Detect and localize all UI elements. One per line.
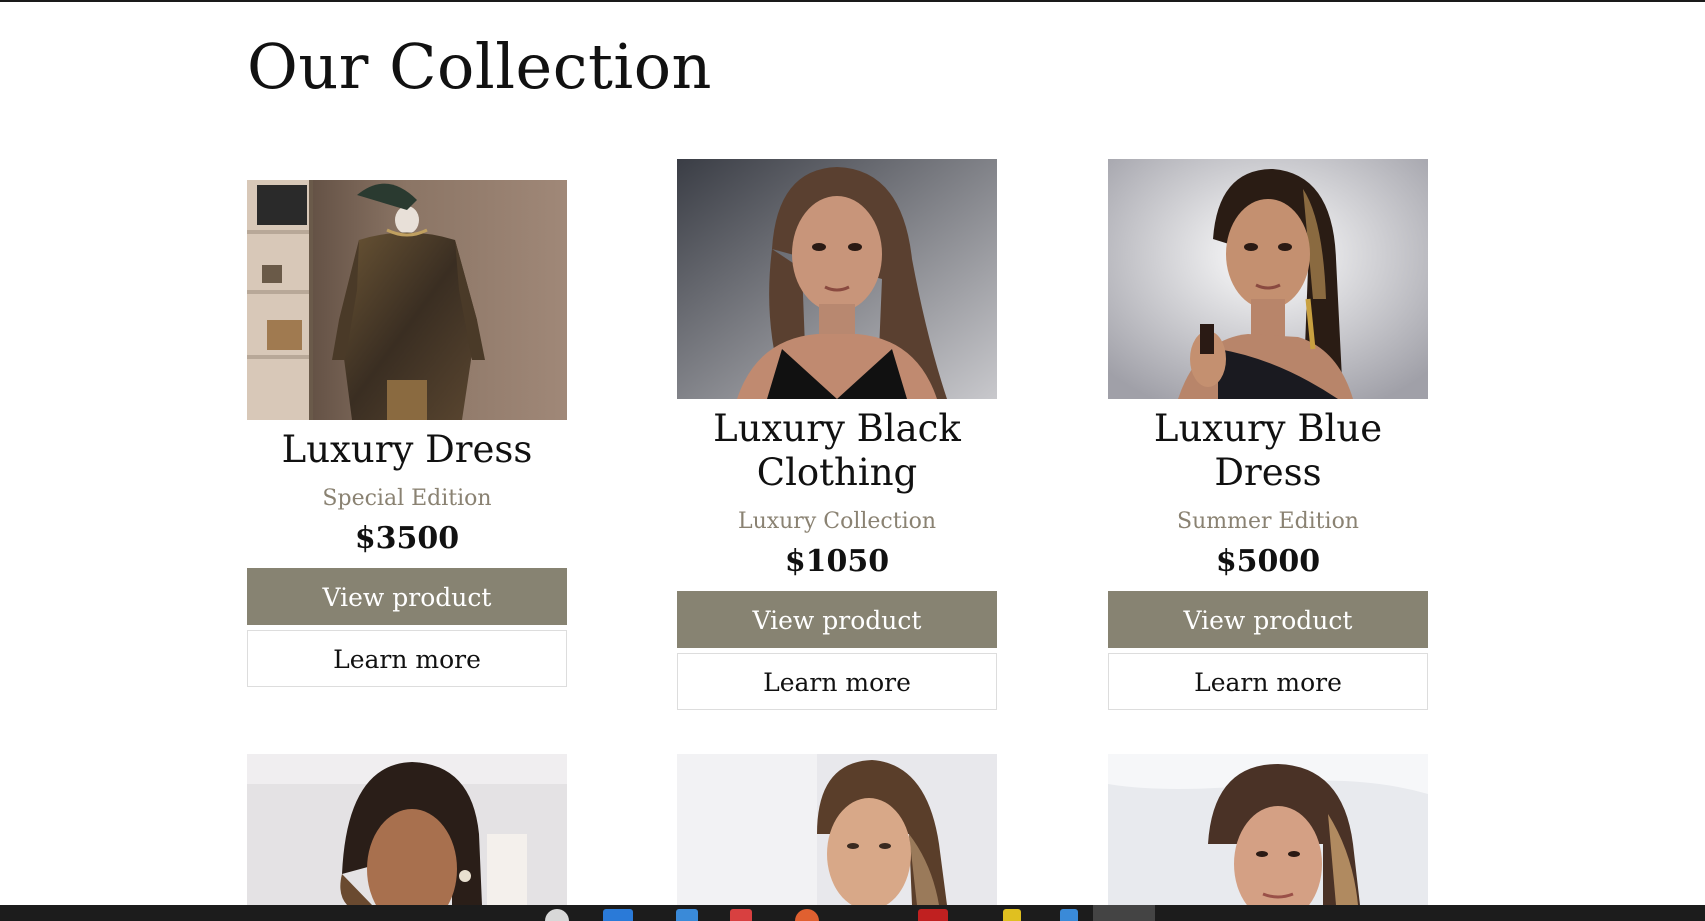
product-card [1108,754,1428,905]
product-image[interactable] [677,159,997,399]
product-card [247,754,567,905]
product-card: Luxury Blue Dress Summer Edition $5000 V… [1108,159,1428,710]
app-icon[interactable] [795,909,819,921]
page-title: Our Collection [247,30,712,103]
active-app-icon[interactable] [1093,905,1155,921]
product-card: Luxury Black Clothing Luxury Collection … [677,159,997,710]
page: Our Collection Luxury Dress Special Edit… [0,0,1705,921]
product-image[interactable] [247,754,567,905]
view-product-button[interactable]: View product [1108,591,1428,648]
taskbar [0,905,1705,921]
product-name: Luxury Black Clothing [713,407,961,494]
app-icon[interactable] [603,909,633,921]
view-product-button[interactable]: View product [677,591,997,648]
learn-more-button[interactable]: Learn more [1108,653,1428,710]
product-image[interactable] [247,180,567,420]
product-price: $3500 [354,521,460,556]
product-subtitle: Special Edition [322,486,492,511]
app-icon[interactable] [730,909,752,921]
product-image[interactable] [1108,754,1428,905]
product-price: $1050 [784,544,890,579]
app-icon[interactable] [918,909,948,921]
app-icon[interactable] [1060,909,1078,921]
product-price: $5000 [1215,544,1321,579]
app-icon[interactable] [676,909,698,921]
view-product-button[interactable]: View product [247,568,567,625]
product-subtitle: Summer Edition [1177,509,1359,534]
product-card [677,754,997,905]
learn-more-button[interactable]: Learn more [677,653,997,710]
product-name: Luxury Dress [281,428,533,471]
product-subtitle: Luxury Collection [737,509,937,534]
learn-more-button[interactable]: Learn more [247,630,567,687]
app-icon[interactable] [1003,909,1021,921]
top-border [0,0,1705,2]
product-name: Luxury Blue Dress [1153,407,1383,494]
product-image[interactable] [677,754,997,905]
browser-icon[interactable] [545,909,569,921]
product-image[interactable] [1108,159,1428,399]
product-card: Luxury Dress Special Edition $3500 View … [247,180,567,687]
